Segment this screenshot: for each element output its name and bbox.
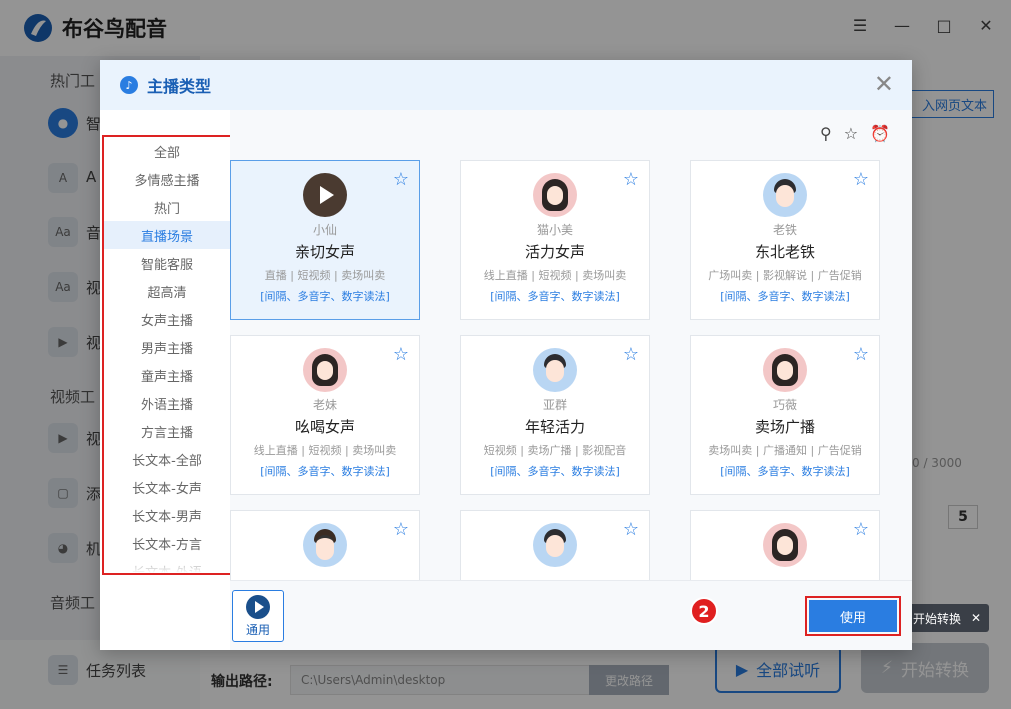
step-badge: 2 bbox=[690, 597, 718, 625]
category-item[interactable]: 智能客服 bbox=[104, 249, 230, 277]
tooltip: 开始转换 ✕ bbox=[905, 604, 990, 632]
voice-name: 活力女声 bbox=[524, 243, 585, 261]
favorite-star-icon[interactable]: ☆ bbox=[853, 519, 869, 540]
female-avatar-icon bbox=[533, 173, 577, 217]
voice-tags: 直播 | 短视频 | 卖场叫卖 bbox=[264, 269, 386, 282]
voice-tags: 卖场叫卖 | 广播通知 | 广告促销 bbox=[708, 444, 862, 457]
category-item[interactable]: 长文本-男声 bbox=[104, 501, 230, 529]
voice-name: 亲切女声 bbox=[294, 243, 355, 261]
modal-footer: 通用 使用 bbox=[230, 580, 912, 650]
voice-grid-area: ⚲ ☆ ⏰ ☆ 小仙 亲切女声 直播 | 短视频 | 卖场叫卖 [间隔、多音字、… bbox=[230, 110, 912, 580]
category-item[interactable]: 长文本-女声 bbox=[104, 473, 230, 501]
voice-card[interactable]: ☆ bbox=[230, 510, 420, 580]
modal-title: 主播类型 bbox=[147, 77, 212, 96]
female-avatar-icon bbox=[763, 348, 807, 392]
general-voice-button[interactable]: 通用 bbox=[232, 590, 284, 642]
category-item-active[interactable]: 直播场景 bbox=[104, 221, 230, 249]
search-icon[interactable]: ⚲ bbox=[820, 124, 832, 143]
star-icon[interactable]: ☆ bbox=[844, 124, 858, 143]
tooltip-close-icon[interactable]: ✕ bbox=[971, 611, 981, 625]
voice-tags: 广场叫卖 | 影视解说 | 广告促销 bbox=[708, 269, 862, 282]
favorite-star-icon[interactable]: ☆ bbox=[393, 169, 409, 190]
voice-features: [间隔、多音字、数字读法] bbox=[720, 465, 850, 478]
history-icon[interactable]: ⏰ bbox=[870, 124, 890, 143]
category-item[interactable]: 全部 bbox=[104, 137, 230, 165]
favorite-star-icon[interactable]: ☆ bbox=[853, 169, 869, 190]
category-item[interactable]: 男声主播 bbox=[104, 333, 230, 361]
voice-nickname: 老妹 bbox=[312, 398, 337, 412]
play-avatar-icon[interactable] bbox=[303, 173, 347, 217]
favorite-star-icon[interactable]: ☆ bbox=[623, 519, 639, 540]
use-button[interactable]: 使用 bbox=[809, 600, 897, 632]
category-item[interactable]: 热门 bbox=[104, 193, 230, 221]
voice-card[interactable]: ☆ 亚群 年轻活力 短视频 | 卖场广播 | 影视配音 [间隔、多音字、数字读法… bbox=[460, 335, 650, 495]
category-item[interactable]: 方言主播 bbox=[104, 417, 230, 445]
list-fade bbox=[104, 553, 230, 573]
music-note-icon: ♪ bbox=[120, 76, 138, 94]
favorite-star-icon[interactable]: ☆ bbox=[853, 344, 869, 365]
voice-card[interactable]: ☆ 猫小美 活力女声 线上直播 | 短视频 | 卖场叫卖 [间隔、多音字、数字读… bbox=[460, 160, 650, 320]
male-avatar-icon bbox=[763, 173, 807, 217]
male-glasses-avatar-icon bbox=[303, 523, 347, 567]
category-item[interactable]: 多情感主播 bbox=[104, 165, 230, 193]
voice-card[interactable]: ☆ 老铁 东北老铁 广场叫卖 | 影视解说 | 广告促销 [间隔、多音字、数字读… bbox=[690, 160, 880, 320]
voice-card[interactable]: ☆ 小仙 亲切女声 直播 | 短视频 | 卖场叫卖 [间隔、多音字、数字读法] bbox=[230, 160, 420, 320]
female-avatar-icon bbox=[763, 523, 807, 567]
voice-card[interactable]: ☆ 老妹 吆喝女声 线上直播 | 短视频 | 卖场叫卖 [间隔、多音字、数字读法… bbox=[230, 335, 420, 495]
male-avatar-icon bbox=[533, 348, 577, 392]
category-item[interactable]: 超高清 bbox=[104, 277, 230, 305]
voice-nickname: 猫小美 bbox=[536, 223, 573, 237]
modal-header: ♪ 主播类型 ✕ bbox=[100, 60, 912, 110]
general-label: 通用 bbox=[245, 622, 270, 637]
category-item[interactable]: 女声主播 bbox=[104, 305, 230, 333]
voice-features: [间隔、多音字、数字读法] bbox=[260, 290, 390, 303]
category-list: 全部 多情感主播 热门 直播场景 智能客服 超高清 女声主播 男声主播 童声主播… bbox=[102, 135, 232, 575]
voice-nickname: 老铁 bbox=[772, 223, 797, 237]
voice-tags: 线上直播 | 短视频 | 卖场叫卖 bbox=[483, 269, 627, 282]
category-item[interactable]: 长文本-全部 bbox=[104, 445, 230, 473]
play-circle-icon bbox=[246, 594, 270, 619]
favorite-star-icon[interactable]: ☆ bbox=[623, 169, 639, 190]
voice-features: [间隔、多音字、数字读法] bbox=[260, 465, 390, 478]
voice-type-modal: ♪ 主播类型 ✕ 全部 多情感主播 热门 直播场景 智能客服 超高清 女声主播 … bbox=[100, 60, 912, 650]
voice-name: 东北老铁 bbox=[754, 243, 815, 261]
voice-nickname: 亚群 bbox=[542, 398, 567, 412]
male-avatar-icon bbox=[533, 523, 577, 567]
category-item[interactable]: 外语主播 bbox=[104, 389, 230, 417]
voice-card[interactable]: ☆ bbox=[460, 510, 650, 580]
voice-card[interactable]: ☆ bbox=[690, 510, 880, 580]
voice-features: [间隔、多音字、数字读法] bbox=[490, 465, 620, 478]
modal-close-icon[interactable]: ✕ bbox=[874, 70, 894, 98]
favorite-star-icon[interactable]: ☆ bbox=[623, 344, 639, 365]
use-button-highlight: 使用 bbox=[805, 596, 901, 636]
voice-card[interactable]: ☆ 巧薇 卖场广播 卖场叫卖 | 广播通知 | 广告促销 [间隔、多音字、数字读… bbox=[690, 335, 880, 495]
voice-features: [间隔、多音字、数字读法] bbox=[490, 290, 620, 303]
voice-name: 吆喝女声 bbox=[294, 418, 355, 436]
tooltip-text: 开始转换 bbox=[913, 611, 962, 626]
voice-name: 年轻活力 bbox=[524, 418, 585, 436]
favorite-star-icon[interactable]: ☆ bbox=[393, 344, 409, 365]
favorite-star-icon[interactable]: ☆ bbox=[393, 519, 409, 540]
female-avatar-icon bbox=[303, 348, 347, 392]
category-item[interactable]: 童声主播 bbox=[104, 361, 230, 389]
voice-tags: 短视频 | 卖场广播 | 影视配音 bbox=[483, 444, 627, 457]
voice-features: [间隔、多音字、数字读法] bbox=[720, 290, 850, 303]
voice-name: 卖场广播 bbox=[754, 418, 815, 436]
voice-nickname: 巧薇 bbox=[772, 398, 797, 412]
voice-tags: 线上直播 | 短视频 | 卖场叫卖 bbox=[253, 444, 397, 457]
voice-nickname: 小仙 bbox=[312, 223, 337, 237]
